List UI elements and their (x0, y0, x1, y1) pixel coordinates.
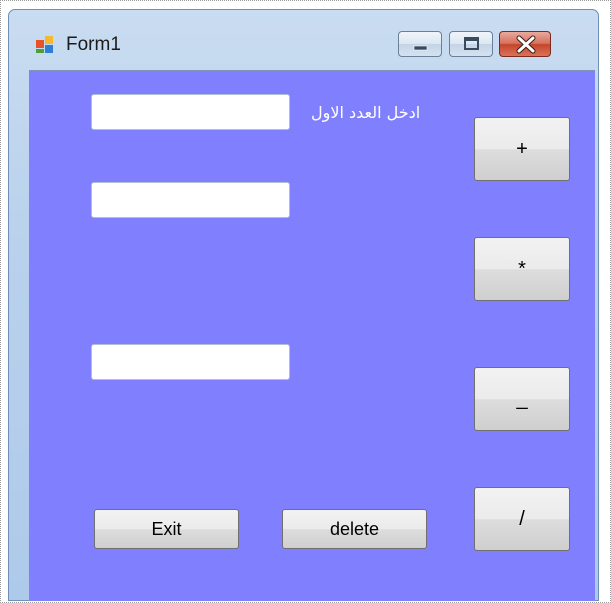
close-button[interactable] (499, 31, 551, 57)
subtract-button[interactable]: _ (474, 367, 570, 431)
divide-button[interactable]: / (474, 487, 570, 551)
result-field[interactable] (91, 344, 290, 380)
multiply-button[interactable]: * (474, 237, 570, 301)
minimize-icon (413, 45, 428, 51)
maximize-icon (464, 37, 479, 50)
form-window: Form1 ادخل العدد الاول + * _ / Exit dele… (8, 9, 599, 601)
minimize-button[interactable] (398, 31, 442, 57)
close-icon (516, 35, 536, 54)
exit-button[interactable]: Exit (94, 509, 239, 549)
first-number-input[interactable] (91, 94, 290, 130)
winforms-form-icon (36, 36, 54, 54)
second-number-input[interactable] (91, 182, 290, 218)
form-client-area: ادخل العدد الاول + * _ / Exit delete (29, 70, 595, 601)
window-title: Form1 (66, 34, 121, 55)
title-bar[interactable]: Form1 (9, 10, 598, 68)
maximize-button[interactable] (449, 31, 493, 57)
add-button[interactable]: + (474, 117, 570, 181)
delete-button[interactable]: delete (282, 509, 427, 549)
first-number-label: ادخل العدد الاول (311, 103, 421, 122)
